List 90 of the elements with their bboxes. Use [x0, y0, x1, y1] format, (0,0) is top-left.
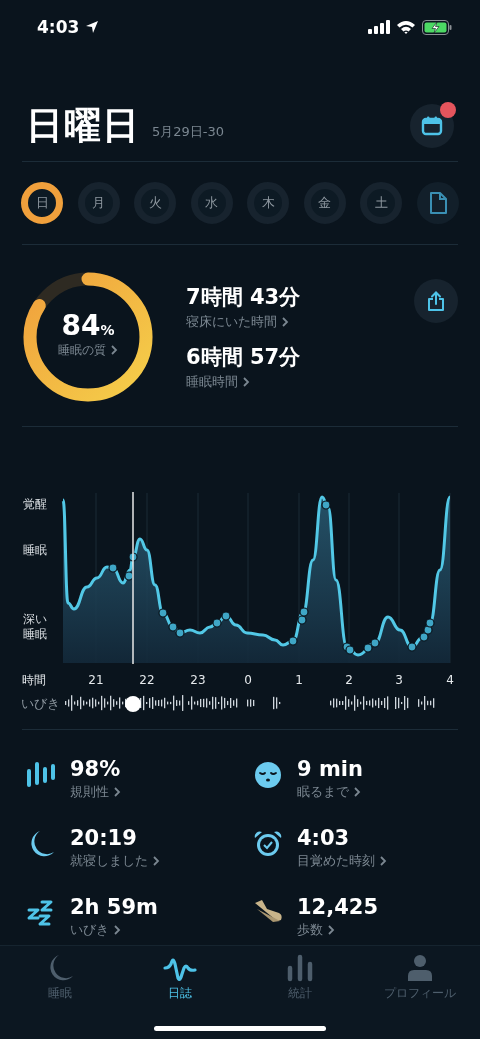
stat-link[interactable]: 規則性: [70, 783, 121, 801]
status-time: 4:03: [37, 17, 80, 37]
stat-link[interactable]: 眠るまで: [297, 783, 363, 801]
hour-label: 22: [139, 673, 155, 687]
stage-label: 覚醒: [23, 497, 47, 512]
moon-icon: [28, 830, 54, 858]
day-tab[interactable]: 月: [77, 182, 120, 224]
calendar-icon: [421, 115, 443, 137]
calendar-button[interactable]: [410, 104, 454, 148]
graph-point: [212, 618, 222, 628]
day-tab[interactable]: 火: [134, 182, 177, 224]
document-icon: [428, 192, 447, 214]
graph-point: [128, 552, 138, 562]
chevron-icon: [152, 856, 160, 866]
stat-link[interactable]: いびき: [70, 921, 158, 939]
stat-value: 20:19: [70, 826, 138, 850]
scrubber-handle[interactable]: [125, 696, 141, 712]
stat-value: 2h 59m: [70, 895, 158, 919]
stat-value: 4:03: [297, 826, 351, 850]
chevron-icon: [110, 345, 118, 355]
hour-label: 21: [88, 673, 104, 687]
duration-value: 7時間 43分: [186, 284, 302, 311]
stage-label: 睡眠: [23, 543, 47, 558]
time-axis-title: 時間: [22, 673, 46, 687]
duration-link[interactable]: 寝床にいた時間: [186, 313, 414, 331]
signal-icon: [368, 20, 390, 34]
day-tab[interactable]: 日: [21, 182, 63, 224]
graph-point: [124, 571, 134, 581]
day-tab[interactable]: 水: [190, 182, 233, 224]
graph-point: [407, 642, 417, 652]
day-tab[interactable]: 土: [360, 182, 403, 224]
snore-row-label: いびき: [21, 696, 60, 711]
stat-link[interactable]: 歩数: [297, 921, 379, 939]
chevron-icon: [353, 787, 361, 797]
hour-label: 4: [446, 673, 454, 687]
report-button[interactable]: [416, 182, 459, 224]
stat-link[interactable]: 目覚めた時刻: [297, 852, 387, 870]
nav-tab[interactable]: 統計: [240, 954, 360, 1002]
day-tab[interactable]: 木: [247, 182, 290, 224]
graph-point: [419, 632, 429, 642]
duration-link[interactable]: 睡眠時間: [186, 373, 414, 391]
graph-point: [288, 636, 298, 646]
chevron-icon: [242, 377, 250, 387]
battery-charging-icon: [422, 19, 452, 35]
location-arrow-icon: [85, 20, 100, 34]
graph-point: [363, 643, 373, 653]
stat-value: 9 min: [297, 757, 363, 781]
share-icon: [427, 291, 445, 311]
hour-label: 1: [295, 673, 303, 687]
graph-point: [158, 608, 168, 618]
person-icon: [407, 954, 433, 982]
graph-point: [423, 625, 433, 635]
moon-icon: [47, 954, 73, 982]
day-tab[interactable]: 金: [303, 182, 346, 224]
chevron-icon: [113, 925, 121, 935]
graph-point: [297, 615, 307, 625]
sleep-quality-value: 84%: [61, 311, 115, 340]
share-button[interactable]: [414, 279, 458, 323]
chevron-icon: [113, 787, 121, 797]
graph-point: [370, 638, 380, 648]
nav-tab[interactable]: 日誌: [120, 954, 240, 1002]
chevron-icon: [281, 317, 289, 327]
stat-value: 98%: [70, 757, 121, 781]
stage-label: 深い睡眠: [23, 612, 47, 642]
duration-value: 6時間 57分: [186, 344, 302, 371]
shoe-icon: [253, 899, 283, 923]
bars-icon: [26, 761, 56, 787]
nav-tab[interactable]: 睡眠: [0, 954, 120, 1002]
hour-label: 2: [345, 673, 353, 687]
chevron-icon: [379, 856, 387, 866]
graph-point: [108, 563, 118, 573]
chevron-icon: [327, 925, 335, 935]
graph-point: [221, 611, 231, 621]
graph-point: [321, 500, 331, 510]
graph-point: [425, 618, 435, 628]
stat-value: 12,425: [297, 895, 379, 919]
stat-link[interactable]: 就寝しました: [70, 852, 160, 870]
graph-point: [168, 622, 178, 632]
bar-chart-icon: [287, 954, 313, 982]
day-title: 日曜日: [26, 103, 140, 149]
hour-label: 23: [190, 673, 206, 687]
sleepy-face-icon: [254, 761, 282, 789]
wifi-icon: [396, 20, 416, 34]
hour-label: 3: [395, 673, 403, 687]
sleep-quality-link[interactable]: 睡眠の質: [58, 341, 118, 359]
alarm-clock-icon: [253, 830, 283, 858]
hour-label: 0: [244, 673, 252, 687]
graph-point: [299, 607, 309, 617]
graph-point: [175, 628, 185, 638]
date-range: 5月29日-30: [152, 123, 225, 141]
